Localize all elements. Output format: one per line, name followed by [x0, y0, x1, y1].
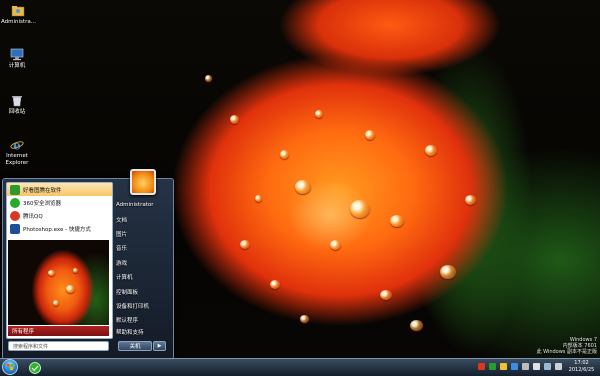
start-menu-places-pane: Administrator 文档 图片 音乐 游戏 计算机 控制面板 设备和打印… — [113, 169, 170, 337]
tray-app-icon[interactable] — [511, 363, 518, 370]
search-placeholder: 搜索程序和文件 — [13, 343, 49, 350]
places-item-help-support[interactable]: 帮助和支持 — [116, 328, 144, 336]
start-menu-item-pinned-1[interactable]: 好看图腾在软件 — [7, 183, 112, 196]
desktop-icon-label: 回收站 — [8, 109, 26, 115]
windows-watermark: Windows 7 内部版本 7601 此 Windows 副本不是正版 — [537, 337, 598, 355]
water-drop — [66, 285, 75, 293]
user-avatar[interactable] — [130, 169, 156, 195]
desktop-icon-label-line: Explorer — [5, 160, 29, 166]
flag-icon[interactable] — [533, 363, 540, 370]
start-menu-search-input[interactable]: 搜索程序和文件 — [8, 341, 109, 351]
start-button[interactable] — [2, 359, 18, 375]
places-item-games[interactable]: 游戏 — [116, 259, 127, 267]
clock-time: 17:02 — [574, 360, 589, 366]
water-drop — [410, 320, 423, 331]
photoshop-icon — [10, 223, 20, 234]
water-drop — [240, 240, 250, 249]
user-folder-icon — [11, 6, 25, 17]
desktop-icon-label-line: Internet — [6, 153, 28, 159]
water-drop — [390, 215, 404, 227]
taskbar-360-browser-button[interactable] — [27, 360, 43, 375]
desktop-icon-recycle-bin[interactable]: 回收站 — [0, 94, 34, 116]
start-menu: 好看图腾在软件 360安全浏览器 腾讯QQ Photoshop.exe - 快捷… — [2, 169, 174, 360]
clock-date: 2012/6/25 — [568, 367, 595, 373]
places-item-pictures[interactable]: 图片 — [116, 230, 127, 238]
water-drop — [300, 315, 309, 323]
system-tray — [478, 363, 562, 370]
volume-icon[interactable] — [555, 363, 562, 370]
360-browser-icon — [10, 197, 20, 208]
water-drop — [270, 280, 280, 289]
places-item-music[interactable]: 音乐 — [116, 244, 127, 252]
desktop-icon-internet-explorer[interactable]: e Internet Explorer — [0, 138, 34, 167]
start-menu-programs-pane: 好看图腾在软件 360安全浏览器 腾讯QQ Photoshop.exe - 快捷… — [6, 182, 113, 339]
all-programs-label: 所有程序 — [12, 329, 35, 335]
all-programs-button[interactable]: 所有程序 — [8, 326, 109, 336]
water-drop — [315, 110, 323, 118]
water-drop — [380, 290, 392, 300]
start-menu-item-pinned-3[interactable]: 腾讯QQ — [7, 209, 112, 222]
internet-explorer-icon: e — [10, 139, 24, 152]
tray-app-icon[interactable] — [522, 363, 529, 370]
windows-logo-icon — [7, 364, 13, 370]
desktop-icon-user-folder[interactable]: Administra... — [1, 4, 36, 26]
start-menu-item-label: 360安全浏览器 — [23, 200, 61, 207]
places-item-user[interactable]: Administrator — [116, 202, 154, 208]
places-item-default-programs[interactable]: 默认程序 — [116, 316, 138, 324]
qq-icon — [10, 210, 20, 221]
desktop-icon-label: 计算机 — [8, 63, 26, 69]
watermark-line: 此 Windows 副本不是正版 — [536, 349, 598, 355]
places-item-documents[interactable]: 文档 — [116, 216, 127, 224]
network-icon[interactable] — [544, 363, 551, 370]
tray-app-icon[interactable] — [489, 363, 496, 370]
water-drop — [205, 75, 212, 82]
desktop-icon-label: Administra... — [1, 19, 36, 25]
start-menu-item-label: 好看图腾在软件 — [23, 187, 62, 194]
taskbar-clock[interactable]: 17:02 2012/6/25 — [565, 360, 598, 374]
svg-text:e: e — [13, 139, 21, 152]
chevron-right-icon: ▶ — [157, 343, 162, 349]
computer-icon — [10, 48, 24, 61]
shutdown-options-button[interactable]: ▶ — [153, 341, 166, 351]
taskbar: 17:02 2012/6/25 — [0, 358, 600, 376]
places-item-devices-printers[interactable]: 设备和打印机 — [116, 302, 149, 310]
recycle-bin-icon — [12, 96, 22, 107]
start-menu-item-pinned-4[interactable]: Photoshop.exe - 快捷方式 — [7, 222, 112, 235]
tray-app-icon[interactable] — [478, 363, 485, 370]
desktop-icon-computer[interactable]: 计算机 — [0, 48, 34, 70]
places-item-computer[interactable]: 计算机 — [116, 273, 133, 281]
water-drop — [350, 200, 370, 218]
start-menu-item-label: 腾讯QQ — [23, 213, 43, 220]
start-menu-item-label: Photoshop.exe - 快捷方式 — [23, 226, 91, 233]
water-drop — [425, 145, 437, 156]
water-drop — [465, 195, 476, 205]
360-browser-icon — [29, 361, 41, 374]
water-drop — [230, 115, 239, 124]
shutdown-label: 关机 — [129, 344, 141, 350]
tray-app-icon[interactable] — [500, 363, 507, 370]
water-drop — [330, 240, 341, 250]
water-drop — [255, 195, 262, 202]
start-menu-item-pinned-2[interactable]: 360安全浏览器 — [7, 196, 112, 209]
start-menu-wallpaper-preview — [8, 240, 109, 325]
places-item-control-panel[interactable]: 控制面板 — [116, 288, 138, 296]
water-drop — [295, 180, 311, 194]
water-drop — [280, 150, 289, 159]
shutdown-button[interactable]: 关机 — [118, 341, 152, 351]
water-drop — [73, 268, 78, 273]
water-drop — [440, 265, 456, 279]
water-drop — [365, 130, 375, 140]
green-app-icon — [10, 184, 20, 195]
water-drop — [48, 270, 55, 276]
water-drop — [53, 300, 59, 306]
